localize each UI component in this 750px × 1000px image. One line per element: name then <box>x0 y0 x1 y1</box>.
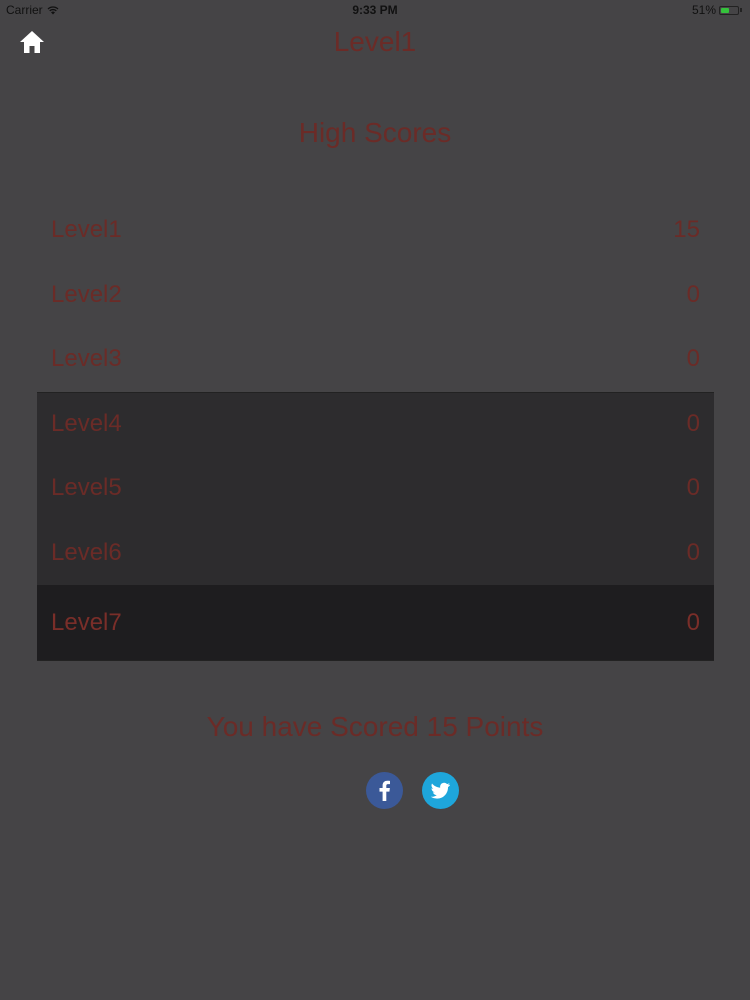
score-row-level: Level5 <box>51 474 122 502</box>
score-row-value: 0 <box>686 345 700 373</box>
status-time: 9:33 PM <box>352 3 398 17</box>
score-row-level3[interactable]: Level3 0 <box>37 327 714 392</box>
score-row-value: 0 <box>686 538 700 566</box>
status-bar: Carrier 9:33 PM 51% <box>0 0 750 22</box>
score-row-level7[interactable]: Level7 0 <box>37 585 714 661</box>
high-scores-title: High Scores <box>298 117 452 148</box>
score-row-level2[interactable]: Level2 0 <box>37 263 714 328</box>
battery-percent: 51% <box>691 3 716 17</box>
score-row-level5[interactable]: Level5 0 <box>37 456 714 521</box>
score-row-value: 0 <box>686 410 700 438</box>
score-row-level: Level4 <box>51 410 122 438</box>
score-row-value: 0 <box>686 474 700 502</box>
score-row-level: Level6 <box>51 538 122 566</box>
score-row-value: 15 <box>673 216 700 244</box>
score-row-level: Level7 <box>51 608 122 636</box>
twitter-share-button[interactable] <box>422 772 459 809</box>
score-row-value: 0 <box>686 608 700 636</box>
facebook-icon <box>366 772 403 809</box>
facebook-share-button[interactable] <box>366 772 403 809</box>
score-row-value: 0 <box>686 280 700 308</box>
score-row-level: Level1 <box>51 216 122 244</box>
score-row-level: Level2 <box>51 280 122 308</box>
score-row-level: Level3 <box>51 345 122 373</box>
share-buttons <box>366 772 459 809</box>
battery-icon <box>719 5 739 15</box>
scores-list: Level1 15 Level2 0 Level3 0 Level4 0 Lev… <box>37 198 714 661</box>
twitter-icon <box>422 772 459 809</box>
score-row-level6[interactable]: Level6 0 <box>37 520 714 585</box>
battery-fill <box>721 7 730 13</box>
score-row-level4[interactable]: Level4 0 <box>37 391 714 456</box>
status-battery: 51% <box>692 3 742 17</box>
score-row-level1[interactable]: Level1 15 <box>37 198 714 263</box>
nav-title: Level1 <box>333 26 417 57</box>
battery-tip <box>740 8 742 12</box>
score-message: You have Scored 15 Points <box>206 711 544 742</box>
